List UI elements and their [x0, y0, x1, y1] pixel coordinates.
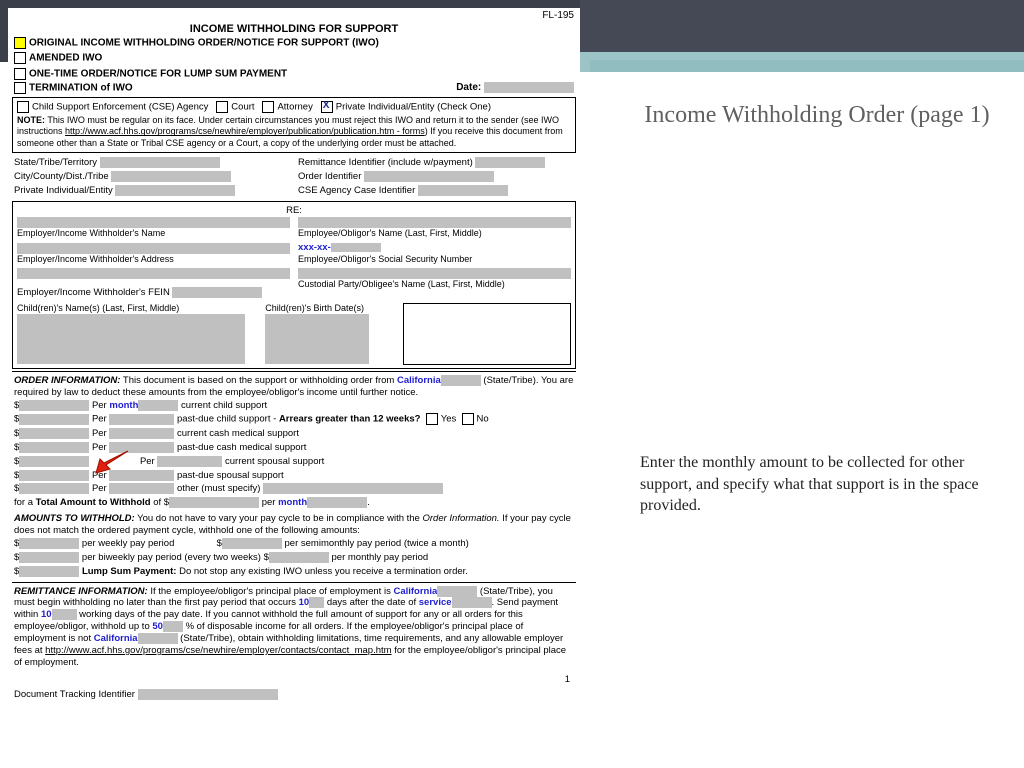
amounts-section: AMOUNTS TO WITHHOLD: You do not have to … — [14, 513, 574, 578]
checkone-box: Child Support Enforcement (CSE) Agency C… — [12, 97, 576, 153]
note-link[interactable]: http://www.acf.hhs.gov/programs/cse/newh… — [65, 126, 425, 136]
form-title: INCOME WITHHOLDING FOR SUPPORT — [8, 23, 580, 37]
remit-link[interactable]: http://www.acf.hhs.gov/programs/cse/newh… — [45, 645, 391, 656]
field-fein[interactable] — [172, 287, 262, 298]
date-field[interactable] — [484, 82, 574, 93]
field-dob[interactable] — [265, 314, 369, 364]
checkbox-original[interactable] — [14, 37, 26, 49]
slide-body: Enter the monthly amount to be collected… — [640, 452, 994, 517]
field-empaddr[interactable] — [17, 243, 290, 254]
field-children[interactable] — [17, 314, 245, 364]
field-empname[interactable] — [17, 217, 290, 228]
checkbox-cse[interactable] — [17, 101, 29, 113]
field-state[interactable] — [100, 157, 220, 168]
page-number: 1 — [8, 672, 580, 686]
order-info: ORDER INFORMATION: This document is base… — [14, 375, 574, 510]
checkbox-no[interactable] — [462, 413, 474, 425]
party-box: RE: Employer/Income Withholder's Name Em… — [12, 201, 576, 369]
checkbox-termination[interactable] — [14, 82, 26, 94]
field-priv[interactable] — [115, 185, 235, 196]
checkbox-amended[interactable] — [14, 52, 26, 64]
checkbox-yes[interactable] — [426, 413, 438, 425]
form-document: FL-195 INCOME WITHHOLDING FOR SUPPORT OR… — [8, 8, 580, 704]
red-arrow-icon — [94, 449, 130, 475]
field-remit[interactable] — [475, 157, 545, 168]
checkbox-onetime[interactable] — [14, 68, 26, 80]
checkbox-court[interactable] — [216, 101, 228, 113]
field-tracking[interactable] — [138, 689, 278, 700]
field-obligee[interactable] — [298, 268, 571, 279]
checkbox-private[interactable] — [321, 101, 333, 113]
field-cseid[interactable] — [418, 185, 508, 196]
field-order[interactable] — [364, 171, 494, 182]
remittance-section: REMITTANCE INFORMATION: If the employee/… — [14, 586, 574, 669]
field-total[interactable] — [169, 497, 259, 508]
field-obligor[interactable] — [298, 217, 571, 228]
field-city[interactable] — [111, 171, 231, 182]
slide-title: Income Withholding Order (page 1) — [640, 100, 994, 131]
checkbox-attorney[interactable] — [262, 101, 274, 113]
form-number: FL-195 — [8, 8, 580, 23]
